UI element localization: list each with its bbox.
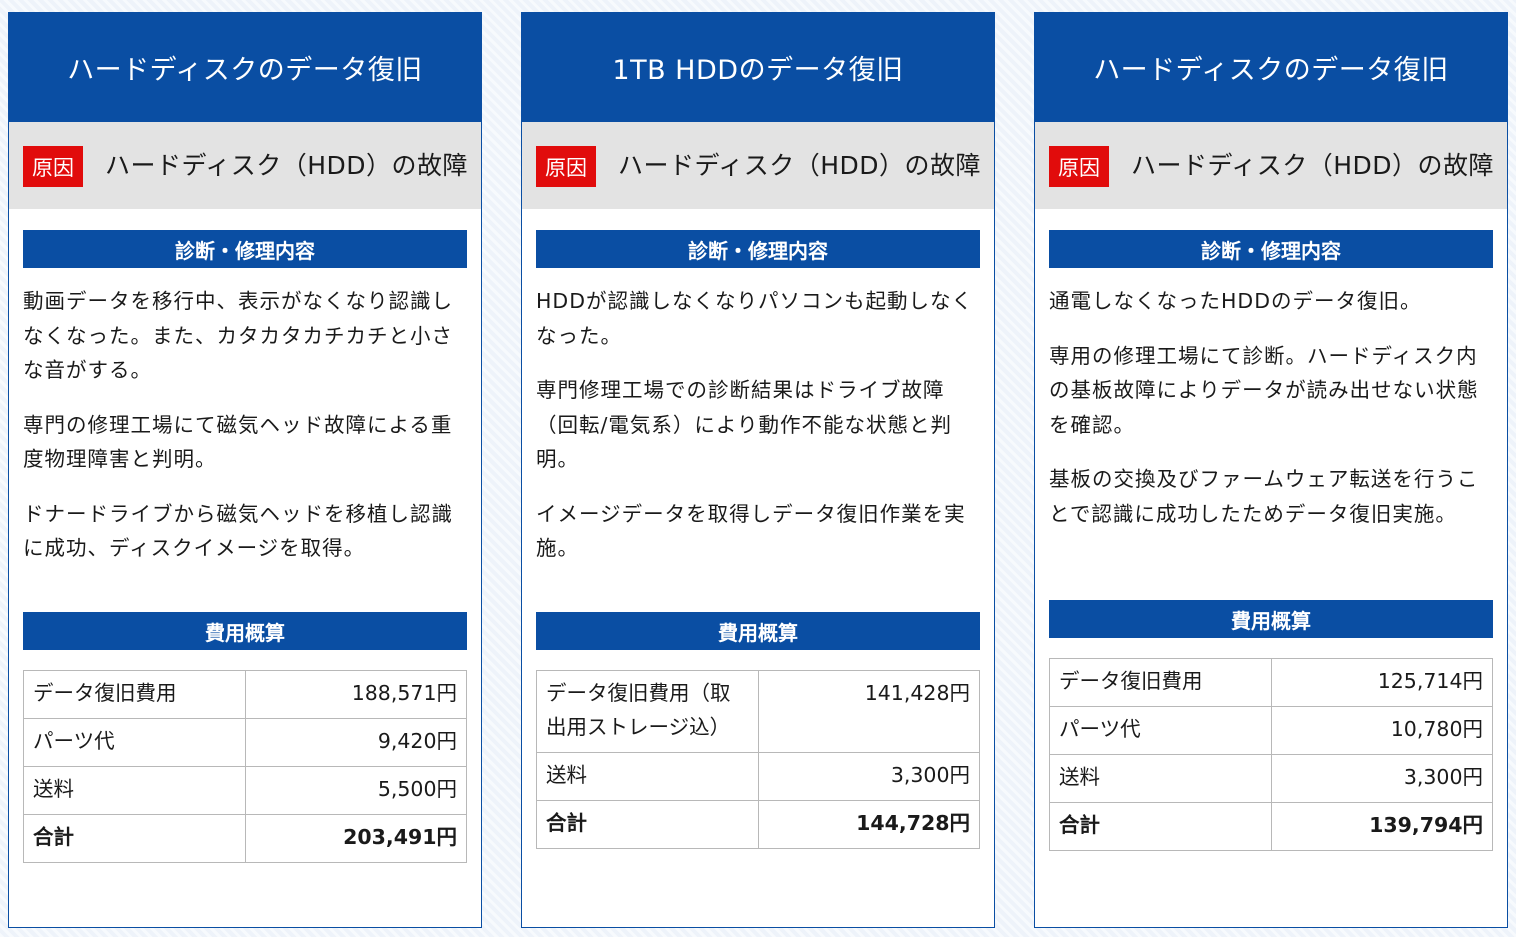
total-label: 合計 (1049, 802, 1272, 851)
cause-badge: 原因 (1049, 146, 1109, 187)
cost-table: データ復旧費用（取出用ストレージ込） 141,428円 送料 3,300円 合計… (536, 670, 980, 849)
diagnosis-text: 通電しなくなったHDDのデータ復旧。 専用の修理工場にて診断。ハードディスク内の… (1035, 268, 1507, 600)
cause-text: ハードディスク（HDD）の故障 (1131, 151, 1495, 180)
cost-table: データ復旧費用 188,571円 パーツ代 9,420円 送料 5,500円 合… (23, 670, 467, 863)
card-title: ハードディスクのデータ復旧 (9, 13, 481, 122)
diagnosis-heading: 診断・修理内容 (23, 230, 467, 268)
diagnosis-paragraph: 専用の修理工場にて診断。ハードディスク内の基板故障によりデータが読み出せない状態… (1049, 343, 1479, 437)
diagnosis-paragraph: HDDが認識しなくなりパソコンも起動しなくなった。 (536, 289, 973, 348)
cause-text: ハードディスク（HDD）の故障 (618, 151, 982, 180)
table-row: 送料 3,300円 (1049, 754, 1493, 803)
cost-amount: 9,420円 (244, 718, 467, 767)
total-amount: 139,794円 (1270, 802, 1493, 851)
diagnosis-paragraph: 通電しなくなったHDDのデータ復旧。 (1049, 289, 1422, 313)
cost-table: データ復旧費用 125,714円 パーツ代 10,780円 送料 3,300円 … (1049, 658, 1493, 851)
cost-amount: 188,571円 (244, 670, 467, 719)
table-row: データ復旧費用（取出用ストレージ込） 141,428円 (536, 670, 980, 753)
cost-label: 送料 (23, 766, 246, 815)
case-card-3: ハードディスクのデータ復旧 原因 ハードディスク（HDD）の故障 診断・修理内容… (1034, 12, 1508, 928)
diagnosis-paragraph: イメージデータを取得しデータ復旧作業を実施。 (536, 501, 966, 561)
cause-bar: 原因 ハードディスク（HDD）の故障 (522, 122, 994, 209)
total-amount: 203,491円 (244, 814, 467, 863)
cost-label: パーツ代 (1049, 706, 1272, 755)
total-row: 合計 144,728円 (536, 800, 980, 849)
card-title: 1TB HDDのデータ復旧 (522, 13, 994, 122)
table-row: 送料 5,500円 (23, 766, 467, 815)
diagnosis-heading: 診断・修理内容 (1049, 230, 1493, 268)
diagnosis-paragraph: 専門修理工場での診断結果はドライブ故障（回転/電気系）により動作不能な状態と判明… (536, 378, 952, 471)
table-row: パーツ代 10,780円 (1049, 706, 1493, 755)
table-row: パーツ代 9,420円 (23, 718, 467, 767)
diagnosis-heading: 診断・修理内容 (536, 230, 980, 268)
diagnosis-text: HDDが認識しなくなりパソコンも起動しなくなった。 専門修理工場での診断結果はド… (522, 268, 994, 612)
cause-badge: 原因 (536, 146, 596, 187)
cost-amount: 3,300円 (757, 752, 980, 801)
cost-label: データ復旧費用 (23, 670, 246, 719)
cost-amount: 5,500円 (244, 766, 467, 815)
card-title: ハードディスクのデータ復旧 (1035, 13, 1507, 122)
diagnosis-paragraph: 動画データを移行中、表示がなくなり認識しなくなった。また、カタカタカチカチと小さ… (23, 289, 453, 382)
total-row: 合計 203,491円 (23, 814, 467, 863)
cost-heading: 費用概算 (1049, 600, 1493, 638)
total-amount: 144,728円 (757, 800, 980, 849)
cost-amount: 125,714円 (1270, 658, 1493, 707)
case-card-1: ハードディスクのデータ復旧 原因 ハードディスク（HDD）の故障 診断・修理内容… (8, 12, 482, 928)
cost-label: パーツ代 (23, 718, 246, 767)
cost-label: データ復旧費用（取出用ストレージ込） (536, 670, 759, 753)
table-row: データ復旧費用 188,571円 (23, 670, 467, 719)
cause-badge: 原因 (23, 146, 83, 187)
case-card-2: 1TB HDDのデータ復旧 原因 ハードディスク（HDD）の故障 診断・修理内容… (521, 12, 995, 928)
table-row: 送料 3,300円 (536, 752, 980, 801)
cost-label: 送料 (1049, 754, 1272, 803)
table-row: データ復旧費用 125,714円 (1049, 658, 1493, 707)
diagnosis-paragraph: ドナードライブから磁気ヘッドを移植し認識に成功、ディスクイメージを取得。 (23, 501, 453, 561)
total-row: 合計 139,794円 (1049, 802, 1493, 851)
total-label: 合計 (23, 814, 246, 863)
cause-bar: 原因 ハードディスク（HDD）の故障 (9, 122, 481, 209)
cause-text: ハードディスク（HDD）の故障 (105, 151, 469, 180)
total-label: 合計 (536, 800, 759, 849)
cost-heading: 費用概算 (23, 612, 467, 650)
cost-label: 送料 (536, 752, 759, 801)
cost-amount: 10,780円 (1270, 706, 1493, 755)
diagnosis-text: 動画データを移行中、表示がなくなり認識しなくなった。また、カタカタカチカチと小さ… (9, 268, 481, 612)
cause-bar: 原因 ハードディスク（HDD）の故障 (1035, 122, 1507, 209)
cost-amount: 141,428円 (757, 670, 980, 753)
cost-label: データ復旧費用 (1049, 658, 1272, 707)
diagnosis-paragraph: 専門の修理工場にて磁気ヘッド故障による重度物理障害と判明。 (23, 412, 453, 472)
cost-amount: 3,300円 (1270, 754, 1493, 803)
diagnosis-paragraph: 基板の交換及びファームウェア転送を行うことで認識に成功したためデータ復旧実施。 (1049, 467, 1479, 526)
cost-heading: 費用概算 (536, 612, 980, 650)
